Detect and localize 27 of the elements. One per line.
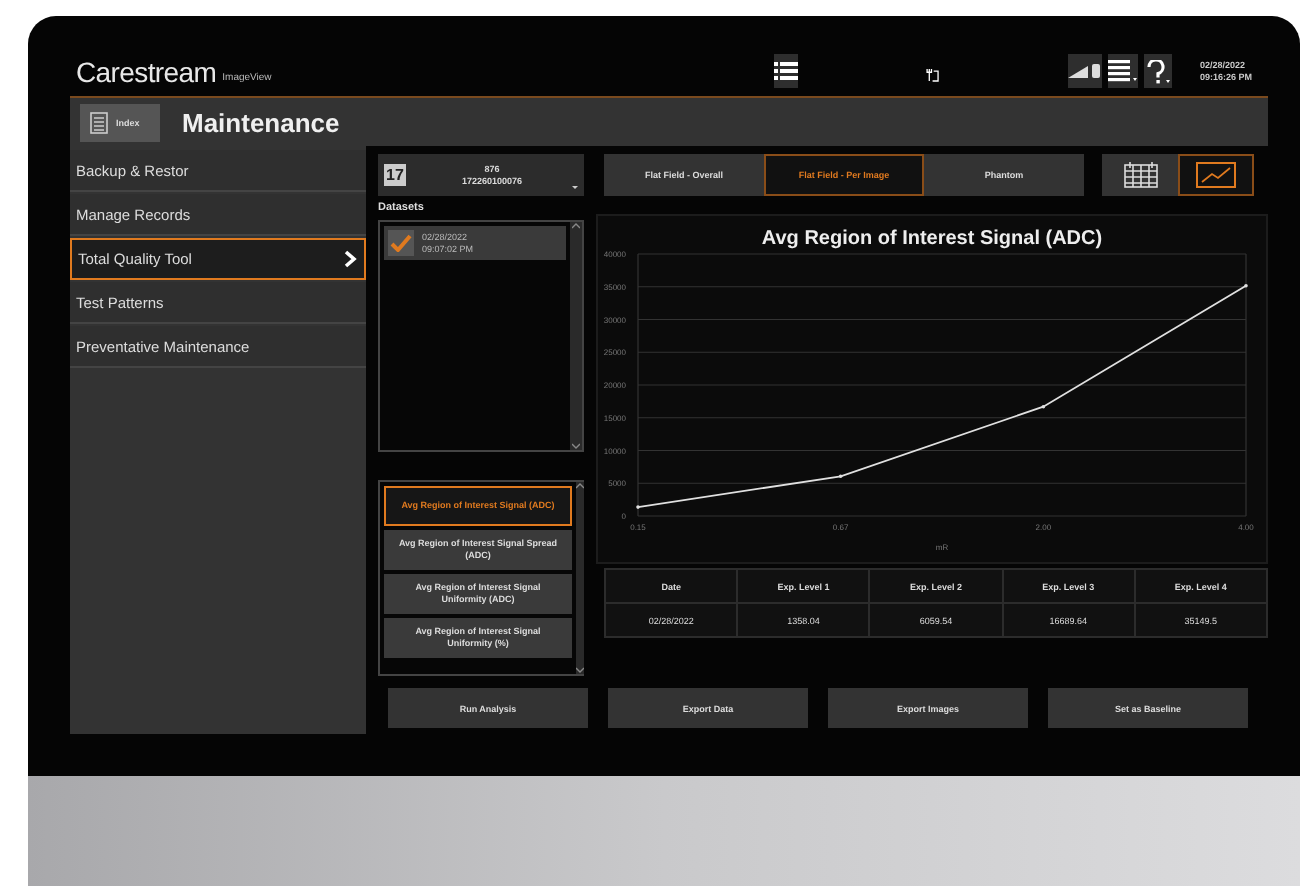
data-point (838, 474, 843, 479)
menu-icon (1107, 60, 1138, 82)
scroll-down-icon[interactable] (572, 442, 580, 450)
calendar-grid-icon (1123, 162, 1157, 188)
caret-icon (572, 186, 578, 190)
list-button[interactable] (773, 54, 799, 88)
page-title: Maintenance (182, 107, 340, 137)
view-toggle-button[interactable] (1178, 154, 1254, 196)
signal-battery-icon (1067, 62, 1102, 80)
help-icon (1143, 59, 1172, 83)
scroll-down-icon[interactable] (576, 666, 584, 674)
line-chart-icon (1196, 162, 1236, 188)
menu-button[interactable] (1107, 54, 1138, 88)
data-point (1041, 404, 1046, 409)
checkmark-icon (390, 234, 412, 252)
document-icon (90, 111, 108, 133)
help-button[interactable] (1143, 54, 1172, 88)
chevron-right-icon (344, 250, 358, 268)
scroll-up-icon[interactable] (572, 222, 580, 230)
chart-title: Avg Region of Interest Signal (ADC) (761, 228, 1103, 250)
list-icon (774, 62, 799, 80)
status-button[interactable] (1067, 54, 1102, 88)
checkbox[interactable] (388, 230, 414, 256)
view-toggle-button[interactable] (1102, 154, 1178, 196)
scroll-up-icon[interactable] (576, 482, 584, 490)
logo-text: Carestream (76, 56, 217, 88)
calendar-day: 17 (384, 164, 406, 186)
